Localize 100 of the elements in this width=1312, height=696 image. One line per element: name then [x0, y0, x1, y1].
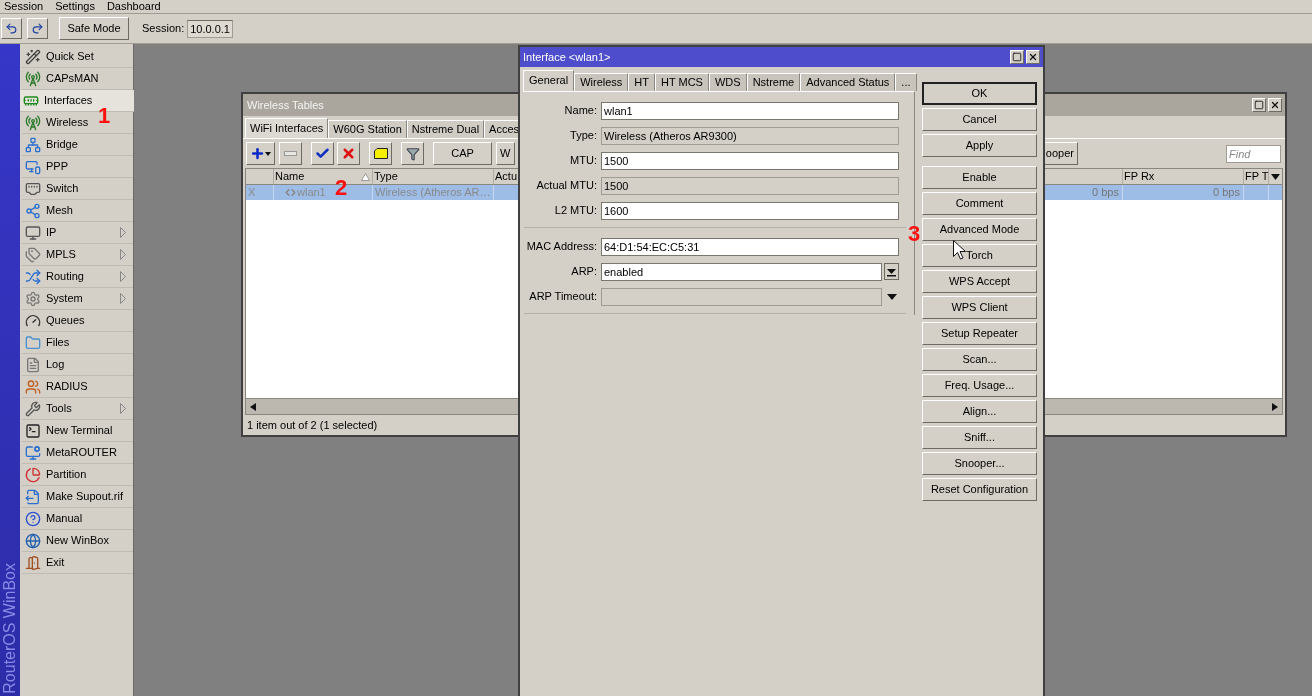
sidebar-item[interactable]: Exit — [46, 554, 65, 571]
tab[interactable]: Wireless — [574, 73, 629, 91]
dialog-button[interactable]: Cancel — [922, 108, 1037, 131]
tab[interactable]: General — [523, 70, 575, 91]
sidebar-item[interactable]: Bridge — [46, 136, 78, 153]
safe-mode-button[interactable]: Safe Mode — [59, 17, 129, 40]
tab[interactable]: W60G Station — [328, 120, 407, 138]
tab[interactable]: Nstreme Dual — [406, 120, 485, 138]
table-cell: 0 bps — [1123, 185, 1244, 200]
field-label: Name: — [563, 103, 598, 119]
text-field[interactable]: 1600 — [601, 201, 899, 220]
find-field[interactable]: Find — [1226, 144, 1281, 163]
maximize-button[interactable] — [1252, 98, 1266, 112]
sidebar-item[interactable]: Partition — [46, 466, 87, 483]
caret-icon[interactable] — [887, 293, 897, 300]
tab[interactable]: Nstreme — [746, 73, 801, 91]
antenna-icon — [25, 114, 41, 131]
sidebar-item[interactable]: Mesh — [46, 202, 73, 219]
sidebar-item[interactable]: Files — [46, 334, 70, 351]
text-field[interactable]: wlan1 — [601, 101, 899, 120]
sidebar-item[interactable]: IP — [46, 224, 57, 241]
add-button[interactable] — [246, 142, 275, 165]
menu-item[interactable]: Dashboard — [106, 0, 161, 13]
close-button[interactable] — [1268, 98, 1282, 112]
column-header[interactable]: FP T — [1244, 169, 1269, 184]
sidebar-item[interactable]: MPLS — [46, 246, 76, 263]
antenna-icon — [25, 70, 41, 87]
redo-button[interactable] — [27, 18, 48, 39]
banner-text: RouterOS WinBox — [1, 563, 19, 694]
disable-button[interactable] — [337, 142, 360, 165]
tab[interactable]: HT MCS — [655, 73, 709, 91]
sidebar-item[interactable]: Make Supout.rif — [46, 488, 124, 505]
check-icon — [315, 146, 330, 161]
table-cell: Wireless (Atheros AR… — [373, 185, 494, 200]
remove-button[interactable] — [279, 142, 302, 165]
sidebar-item[interactable]: New WinBox — [46, 532, 109, 549]
dialog-button[interactable]: OK — [922, 82, 1037, 105]
dialog-button[interactable]: WPS Client — [922, 296, 1037, 319]
window-title: Wireless Tables — [247, 97, 324, 113]
dialog-button[interactable]: Scan... — [922, 348, 1037, 371]
sidebar-item[interactable]: Manual — [46, 510, 83, 527]
tab[interactable]: HT — [628, 73, 655, 91]
text-field[interactable]: 1500 — [601, 176, 899, 195]
scroll-left-icon[interactable] — [250, 402, 256, 411]
sidebar-item[interactable]: Routing — [46, 268, 84, 285]
dialog-button[interactable]: WPS Accept — [922, 270, 1037, 293]
sidebar-item[interactable]: System — [46, 290, 83, 307]
menu-item[interactable]: Settings — [55, 0, 95, 13]
field-label: ARP: — [570, 264, 598, 280]
undo-button[interactable] — [1, 18, 22, 39]
dialog-button[interactable]: Reset Configuration — [922, 478, 1037, 501]
dialog-button[interactable]: Align... — [922, 400, 1037, 423]
sidebar-item[interactable]: Switch — [46, 180, 79, 197]
column-header[interactable]: Type — [373, 169, 494, 184]
column-menu-icon[interactable] — [1271, 173, 1280, 180]
maximize-button[interactable] — [1010, 50, 1024, 64]
dialog-button[interactable]: Sniff... — [922, 426, 1037, 449]
dialog-button[interactable]: Comment — [922, 192, 1037, 215]
tab[interactable]: WDS — [708, 73, 747, 91]
column-header[interactable]: FP Rx — [1123, 169, 1244, 184]
dialog-button[interactable]: Setup Repeater — [922, 322, 1037, 345]
dropdown-icon[interactable] — [884, 263, 899, 280]
document-icon — [25, 356, 41, 373]
text-field[interactable]: Wireless (Atheros AR9300) — [601, 126, 899, 145]
sidebar-item[interactable]: Queues — [46, 312, 85, 329]
toolbar-button[interactable]: CAP — [433, 142, 492, 165]
sidebar-item[interactable]: RADIUS — [46, 378, 88, 395]
dialog-button[interactable]: Enable — [922, 166, 1037, 189]
users-icon — [25, 378, 41, 395]
tab[interactable]: Advanced Status — [800, 73, 896, 91]
enable-button[interactable] — [311, 142, 334, 165]
tab[interactable]: WiFi Interfaces — [245, 118, 329, 138]
sidebar-item[interactable]: New Terminal — [46, 422, 113, 439]
sidebar-item[interactable]: MetaROUTER — [46, 444, 117, 461]
dialog-button[interactable]: Apply — [922, 134, 1037, 157]
switch-icon — [25, 180, 41, 197]
caret-icon — [265, 151, 271, 156]
dialog-button[interactable]: Torch — [922, 244, 1037, 267]
sidebar-item[interactable]: Log — [46, 356, 65, 373]
help-icon — [25, 510, 41, 527]
dialog-button[interactable]: Advanced Mode — [922, 218, 1037, 241]
tab[interactable]: ... — [895, 73, 917, 91]
sidebar-item[interactable]: PPP — [46, 158, 68, 175]
text-field[interactable]: 64:D1:54:EC:C5:31 — [601, 237, 899, 256]
close-button[interactable] — [1026, 50, 1040, 64]
sidebar-item[interactable]: CAPsMAN — [46, 70, 99, 87]
sidebar-item[interactable]: Wireless — [46, 114, 89, 131]
wrench-icon — [25, 400, 41, 417]
computer-icon — [25, 444, 41, 461]
sidebar-item[interactable]: Quick Set — [46, 48, 94, 65]
toolbar-button[interactable]: W — [496, 142, 515, 165]
dialog-button[interactable]: Snooper... — [922, 452, 1037, 475]
text-field[interactable]: 1500 — [601, 151, 899, 170]
sidebar-item[interactable]: Tools — [46, 400, 72, 417]
menu-item[interactable]: Session — [4, 0, 44, 13]
select-field[interactable]: enabled — [601, 262, 882, 281]
filter-button[interactable] — [401, 142, 424, 165]
scroll-right-icon[interactable] — [1272, 402, 1278, 411]
dialog-button[interactable]: Freq. Usage... — [922, 374, 1037, 397]
comment-button[interactable] — [369, 142, 392, 165]
